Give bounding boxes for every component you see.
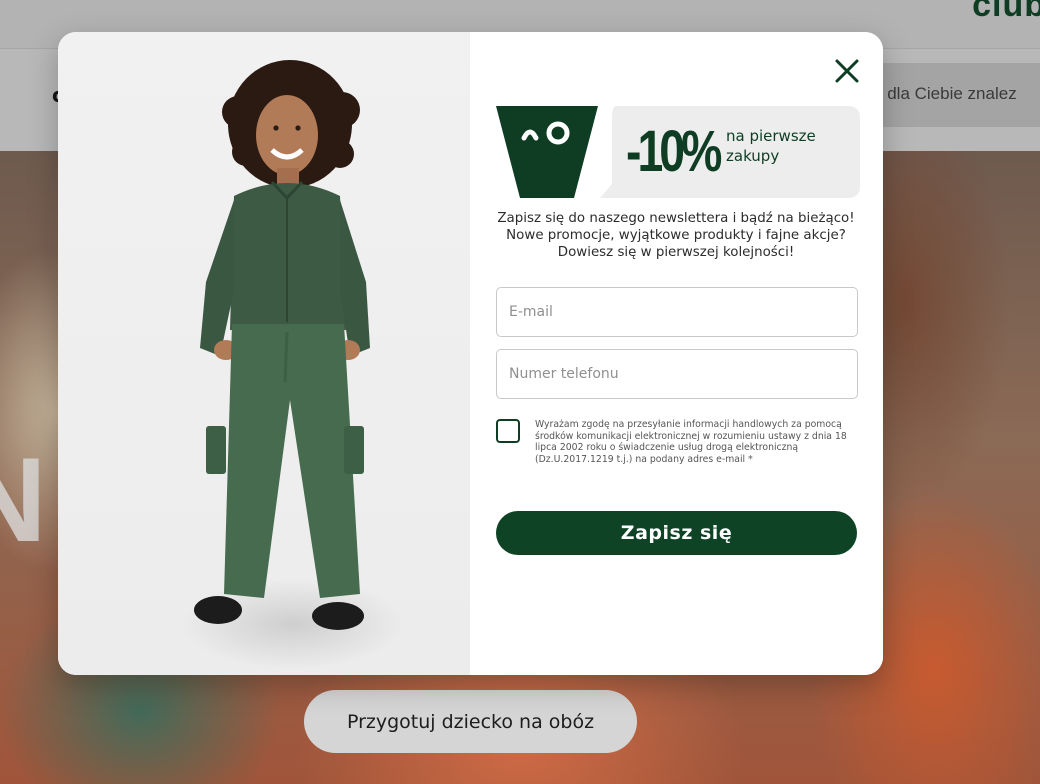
- discount-label: na pierwsze zakupy: [726, 126, 816, 166]
- consent-line: Wyrażam zgodę na przesyłanie informacji …: [535, 419, 842, 430]
- description-line: Zapisz się do naszego newslettera i bądź…: [497, 211, 855, 226]
- consent-text: Wyrażam zgodę na przesyłanie informacji …: [535, 419, 857, 465]
- search-bar[interactable]: y dla Ciebie znalez: [860, 63, 1040, 127]
- newsletter-modal: -10% na pierwsze zakupy Zapisz się do na…: [58, 32, 883, 675]
- child-illustration: [194, 60, 370, 630]
- newsletter-form-panel: -10% na pierwsze zakupy Zapisz się do na…: [470, 32, 883, 675]
- consent-checkbox[interactable]: [496, 419, 520, 443]
- hero-cta-button[interactable]: Przygotuj dziecko na obóz: [304, 690, 637, 753]
- discount-label-line: na pierwsze: [726, 127, 816, 145]
- model-photo: [58, 32, 470, 675]
- phone-field[interactable]: [496, 349, 858, 399]
- close-icon: [835, 59, 859, 83]
- consent-line: lipca 2002 roku o świadczenie usług drog…: [535, 442, 799, 453]
- description-line: Dowiesz się w pierwszej kolejności!: [557, 245, 795, 260]
- consent-line: środków komunikacji elektronicznej w roz…: [535, 430, 847, 442]
- owl-logo-icon: [496, 106, 598, 198]
- discount-value: -10%: [626, 119, 722, 184]
- brand-logo[interactable]: club: [972, 0, 1040, 25]
- search-placeholder: y dla Ciebie znalez: [874, 84, 1017, 103]
- close-button[interactable]: [832, 56, 862, 86]
- newsletter-description: Zapisz się do naszego newslettera i bądź…: [490, 210, 862, 261]
- email-field[interactable]: [496, 287, 858, 337]
- consent-line: (Dz.U.2017.1219 t.j.) na podany adres e-…: [535, 453, 753, 465]
- subscribe-button[interactable]: Zapisz się: [496, 511, 857, 555]
- discount-label-line: zakupy: [726, 147, 780, 165]
- description-line: Nowe promocje, wyjątkowe produkty i fajn…: [506, 228, 846, 243]
